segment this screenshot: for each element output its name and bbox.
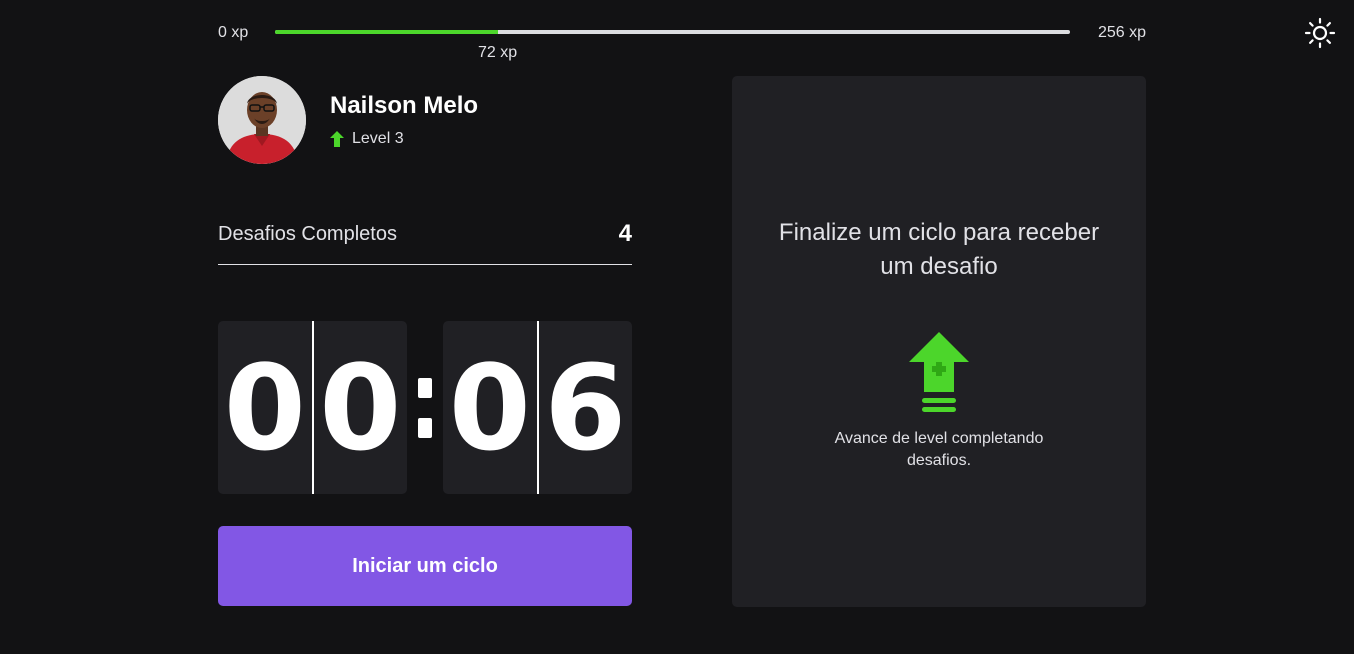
level-up-icon [909,332,969,412]
minute-tens-digit: 0 [223,338,306,477]
sun-icon [1304,17,1336,49]
theme-toggle-button[interactable] [1302,15,1338,51]
xp-track [275,30,1070,34]
completed-challenges: Desafios Completos 4 [218,220,632,265]
left-column: Nailson Melo Level 3 Desafios Completos … [218,76,632,606]
level-row: Level 3 [330,130,478,148]
countdown: 0 0 0 6 [218,321,632,494]
avatar [218,76,306,164]
completed-challenges-label: Desafios Completos [218,222,397,245]
challenge-panel-title: Finalize um ciclo para receber um desafi… [778,219,1100,280]
completed-challenges-count: 4 [618,220,632,247]
profile: Nailson Melo Level 3 [218,76,632,164]
level-up-arrow-icon [330,131,344,147]
profile-info: Nailson Melo Level 3 [330,92,478,148]
seconds-display: 0 6 [443,321,632,494]
second-tens-digit: 0 [448,338,531,477]
user-name: Nailson Melo [330,92,479,119]
minute-ones-digit: 0 [319,338,402,477]
xp-max-label: 256 xp [1097,24,1146,41]
minutes-display: 0 0 [218,321,407,494]
xp-min-label: 0 xp [218,24,249,41]
second-ones-digit: 6 [544,338,627,477]
countdown-colon [407,321,443,494]
challenge-panel: Finalize um ciclo para receber um desafi… [732,76,1146,607]
xp-current-label: 72 xp [478,44,518,61]
challenge-panel-description: Avance de level completando desafios. [834,430,1044,469]
xp-progress-fill [275,30,498,34]
level-label: Level 3 [352,130,404,147]
experience-bar: 0 xp 72 xp 256 xp [218,22,1146,62]
start-cycle-button[interactable]: Iniciar um ciclo [218,526,632,606]
